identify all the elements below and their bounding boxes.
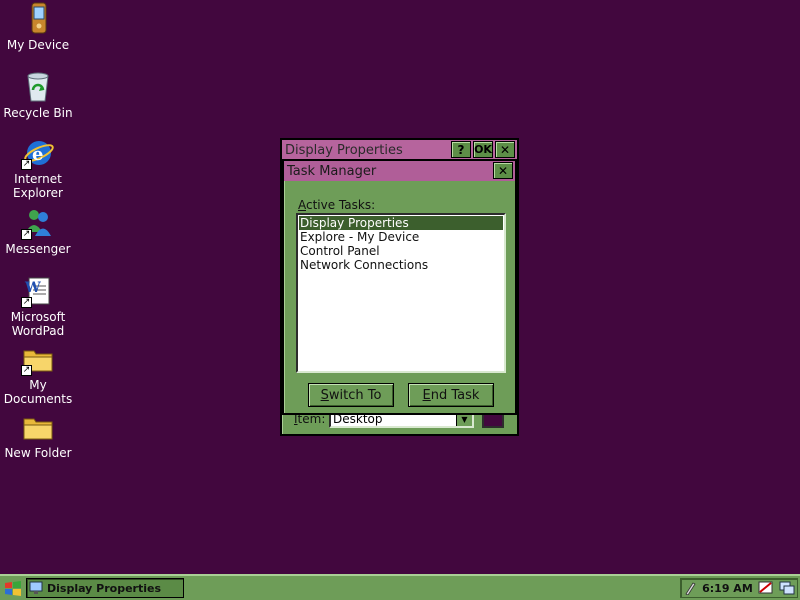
shortcut-arrow-icon: ↗ [21,297,32,308]
desktop-icon-label: My Documents [3,378,73,406]
list-item[interactable]: Network Connections [299,258,503,272]
internet-explorer-icon: e ↗ [21,136,55,170]
active-tasks-list[interactable]: Display Properties Explore - My Device C… [296,213,506,373]
messenger-icon: ↗ [21,206,55,240]
display-properties-titlebar[interactable]: Display Properties ? OK ✕ [282,140,517,160]
folder-icon [21,410,55,444]
active-tasks-label: Active Tasks: [298,198,376,212]
svg-text:e: e [32,144,43,165]
desktop-icon-label: Recycle Bin [3,106,73,120]
desktop-icon-my-device[interactable]: My Device [0,2,76,52]
shortcut-arrow-icon: ↗ [21,159,32,170]
end-task-button[interactable]: End Task [408,383,494,407]
list-item[interactable]: Explore - My Device [299,230,503,244]
start-button[interactable] [3,579,23,599]
system-tray: 6:19 AM [680,578,798,598]
task-manager-titlebar[interactable]: Task Manager ✕ [284,161,515,181]
folder-icon: ↗ [21,342,55,376]
recycle-bin-icon [21,70,55,104]
desktop-icon-internet-explorer[interactable]: e ↗ Internet Explorer [0,136,76,200]
desktop-icon-wordpad[interactable]: W ↗ Microsoft WordPad [0,274,76,338]
desktop-icon-label: Internet Explorer [13,172,63,200]
window-title: Display Properties [285,142,403,158]
help-button[interactable]: ? [451,141,471,158]
desktop-icon-label: Messenger [5,242,71,256]
show-desktop-icon[interactable] [779,580,795,596]
switch-to-button[interactable]: Switch To [308,383,394,407]
desktop-icon-label: My Device [6,38,70,52]
shortcut-arrow-icon: ↗ [21,229,32,240]
list-item[interactable]: Control Panel [299,244,503,258]
wordpad-icon: W ↗ [21,274,55,308]
close-button[interactable]: ✕ [495,141,515,158]
clock[interactable]: 6:19 AM [702,582,753,595]
desktop-icon-label: New Folder [4,446,72,460]
desktop-icon-messenger[interactable]: ↗ Messenger [0,206,76,256]
desktop-icon-label: Microsoft WordPad [10,310,66,338]
close-button[interactable]: ✕ [493,162,513,179]
desktop-icon-my-documents[interactable]: ↗ My Documents [0,342,76,406]
windows-logo-icon [5,581,21,596]
window-title: Task Manager [287,163,377,179]
svg-text:W: W [24,280,41,296]
shortcut-arrow-icon: ↗ [21,365,32,376]
display-properties-icon [29,581,43,595]
ok-button[interactable]: OK [473,141,493,158]
desktop-icon-recycle-bin[interactable]: Recycle Bin [0,70,76,120]
taskbar: Display Properties 6:19 AM [0,574,800,600]
stylus-icon[interactable] [683,581,697,596]
task-manager-window: Task Manager ✕ Active Tasks: Display Pro… [282,159,517,415]
desktop-icon-new-folder[interactable]: New Folder [0,410,76,460]
pda-device-icon [21,2,55,36]
taskbar-button-label: Display Properties [47,581,162,595]
network-icon[interactable] [758,580,774,596]
list-item[interactable]: Display Properties [299,216,503,230]
taskbar-button-display-properties[interactable]: Display Properties [26,578,184,598]
